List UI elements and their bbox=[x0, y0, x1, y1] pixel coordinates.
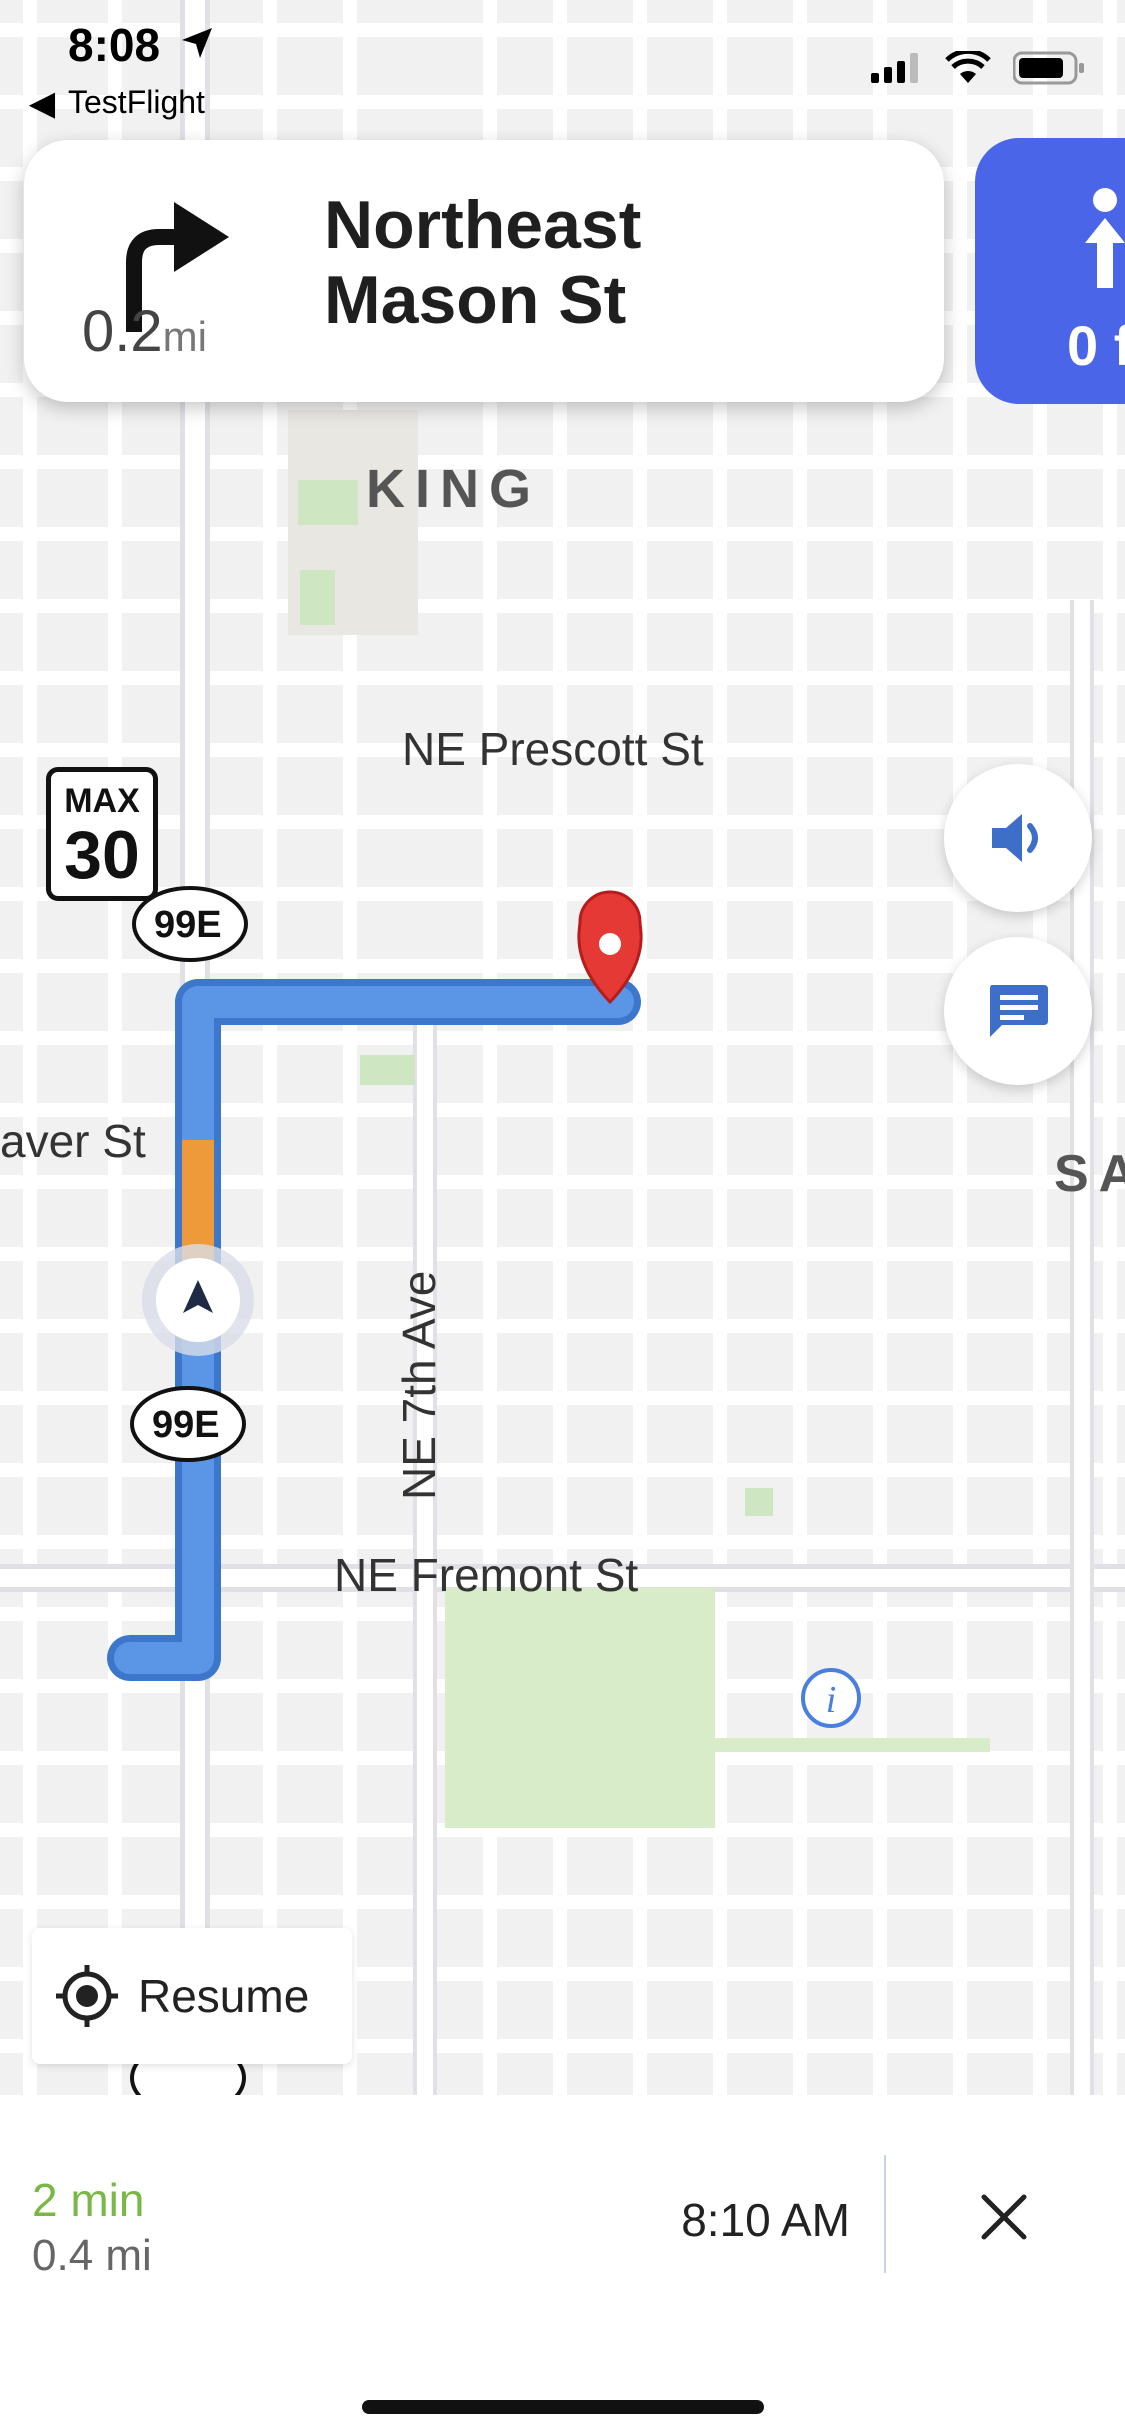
resume-label: Resume bbox=[138, 1970, 310, 2022]
street-label-beaver: aver St bbox=[0, 1115, 146, 1167]
back-triangle-icon[interactable]: ◀ bbox=[30, 84, 55, 122]
neighborhood-label: KING bbox=[366, 459, 541, 519]
speaker-icon bbox=[992, 814, 1038, 862]
street-label-prescott: NE Prescott St bbox=[402, 723, 704, 775]
park-area bbox=[445, 1588, 715, 1828]
divider bbox=[884, 2155, 886, 2273]
wifi-icon bbox=[945, 51, 991, 83]
resume-button[interactable]: Resume bbox=[32, 1928, 352, 2064]
arrival-time: 8:10 AM bbox=[681, 2194, 850, 2246]
current-location-marker bbox=[142, 1244, 254, 1356]
maneuver-distance: 0.2mi bbox=[82, 299, 207, 364]
end-navigation-button[interactable] bbox=[960, 2173, 1048, 2261]
back-app-link[interactable]: TestFlight bbox=[68, 84, 205, 121]
street-label-fremont: NE Fremont St bbox=[334, 1549, 639, 1601]
highway-shield-label: 99E bbox=[154, 904, 222, 946]
trip-duration: 2 min bbox=[32, 2174, 145, 2226]
close-icon bbox=[981, 2194, 1027, 2240]
highway-shield-label: 99E bbox=[152, 1404, 220, 1446]
trip-summary-panel[interactable]: 2 min 0.4 mi 8:10 AM bbox=[0, 2095, 1125, 2436]
status-time: 8:08 bbox=[68, 19, 161, 71]
speed-limit-value: 30 bbox=[64, 817, 140, 893]
trip-distance: 0.4 mi bbox=[32, 2231, 152, 2280]
signal-icon bbox=[871, 53, 918, 83]
report-button[interactable] bbox=[944, 937, 1092, 1085]
maneuver-street: Northeast Mason St bbox=[324, 187, 642, 338]
sound-button[interactable] bbox=[944, 764, 1092, 912]
next-maneuver-distance: 0 f bbox=[1067, 314, 1125, 377]
home-indicator[interactable] bbox=[362, 2400, 764, 2414]
message-icon bbox=[990, 985, 1048, 1037]
recenter-icon bbox=[56, 1965, 118, 2027]
svg-text:i: i bbox=[826, 1679, 837, 1721]
status-icons bbox=[871, 48, 1085, 88]
speed-limit-title: MAX bbox=[64, 782, 140, 820]
speed-limit-sign: MAX 30 bbox=[46, 767, 158, 901]
location-arrow-icon bbox=[182, 28, 212, 58]
next-maneuver-card[interactable]: 0 f bbox=[975, 138, 1125, 404]
maneuver-card[interactable]: 0.2mi Northeast Mason St bbox=[24, 140, 944, 402]
straight-arrow-icon bbox=[1085, 188, 1125, 288]
street-label-seventh: NE 7th Ave bbox=[393, 1270, 445, 1500]
neighborhood-label-sa: SA bbox=[1054, 1145, 1125, 1203]
status-bar: 8:08 ◀ TestFlight bbox=[0, 0, 1125, 122]
battery-icon bbox=[1013, 51, 1084, 85]
